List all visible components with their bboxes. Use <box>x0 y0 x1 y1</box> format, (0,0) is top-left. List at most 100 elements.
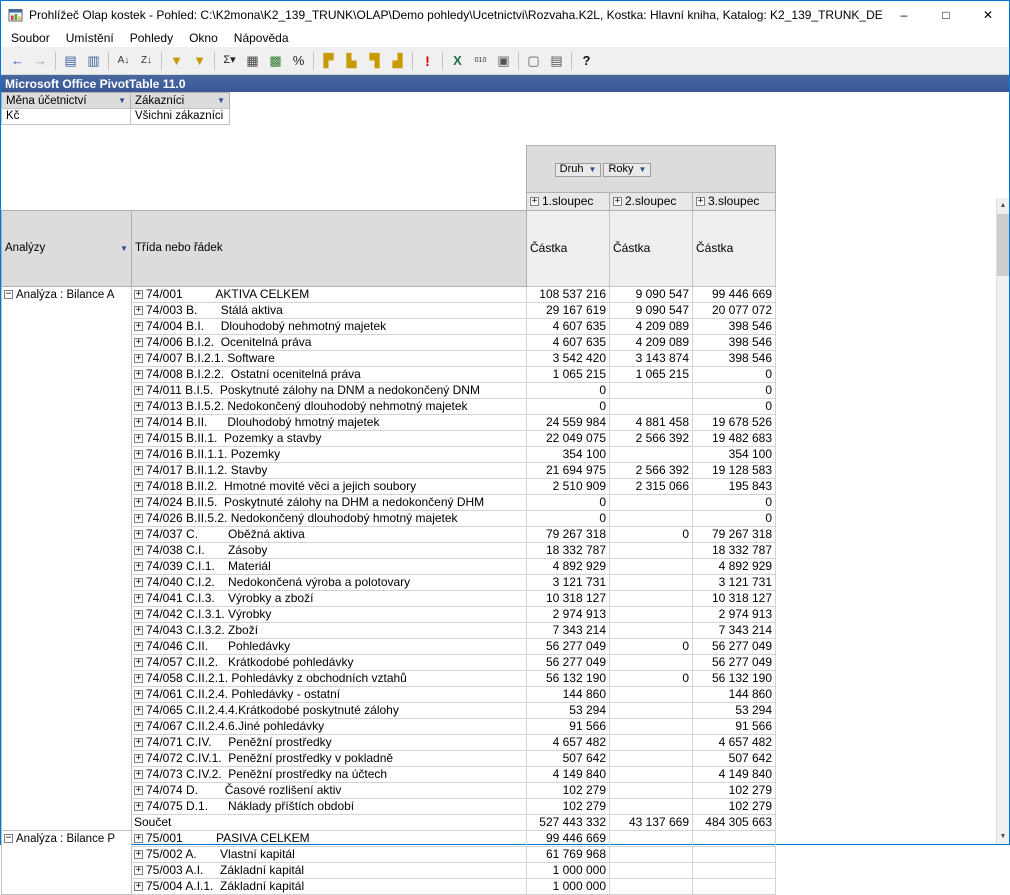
expand-icon[interactable]: + <box>134 306 143 315</box>
expand-icon[interactable]: + <box>134 802 143 811</box>
column-header-3[interactable]: +3.sloupec <box>693 192 776 210</box>
scroll-down-button[interactable]: ▼ <box>997 829 1009 844</box>
expand-icon[interactable]: + <box>134 370 143 379</box>
expand-icon[interactable]: + <box>134 786 143 795</box>
print-icon[interactable]: ▣ <box>492 50 515 72</box>
column-header-1[interactable]: +1.sloupec <box>527 192 610 210</box>
collapse-icon[interactable]: − <box>4 834 13 843</box>
print-preview-icon[interactable]: ▢ <box>522 50 545 72</box>
scrollbar-track[interactable] <box>997 213 1009 829</box>
expand-icon[interactable]: + <box>134 498 143 507</box>
menu-item-2[interactable]: Umístění <box>58 30 122 46</box>
value-cell <box>610 574 693 590</box>
expand-icon[interactable]: + <box>134 834 143 843</box>
row-label: +74/003 B. Stálá aktiva <box>132 302 527 318</box>
expand-icon[interactable]: + <box>613 197 622 206</box>
percent-icon[interactable]: % <box>287 50 310 72</box>
value-cell <box>610 606 693 622</box>
expand-icon[interactable]: + <box>134 450 143 459</box>
expand-icon[interactable]: + <box>134 706 143 715</box>
expand-icon[interactable]: + <box>134 594 143 603</box>
measure-header-1[interactable]: Částka <box>527 210 610 286</box>
expand-icon[interactable]: + <box>134 546 143 555</box>
expand-icon[interactable]: + <box>134 626 143 635</box>
toolbar-separator <box>442 52 443 70</box>
forward-icon[interactable]: → <box>29 50 52 72</box>
row-header-trida[interactable]: Třída nebo řádek <box>132 210 527 286</box>
expand-icon[interactable]: + <box>134 530 143 539</box>
maximize-button[interactable]: □ <box>925 1 967 29</box>
menu-item-5[interactable]: Nápověda <box>226 30 297 46</box>
measure-header-2[interactable]: Částka <box>610 210 693 286</box>
refresh-data-icon[interactable]: ! <box>416 50 439 72</box>
toolbar-separator <box>108 52 109 70</box>
expand-icon[interactable]: + <box>134 482 143 491</box>
expand-icon[interactable]: + <box>134 562 143 571</box>
menu-item-4[interactable]: Okno <box>181 30 226 46</box>
expand-icon[interactable]: + <box>134 642 143 651</box>
expand-icon[interactable]: + <box>134 290 143 299</box>
move-to-column-area-icon[interactable]: ▜ <box>363 50 386 72</box>
help-icon[interactable]: ? <box>575 50 598 72</box>
value-cell: 3 542 420 <box>527 350 610 366</box>
expand-icon[interactable]: + <box>134 658 143 667</box>
sort-descending-icon[interactable]: Z↓ <box>135 50 158 72</box>
expand-icon[interactable]: + <box>134 386 143 395</box>
vertical-scrollbar[interactable]: ▲ ▼ <box>996 198 1009 844</box>
expand-icon[interactable]: + <box>530 197 539 206</box>
expand-icon[interactable]: + <box>134 738 143 747</box>
move-to-row-area-icon[interactable]: ▙ <box>340 50 363 72</box>
expand-icon[interactable]: + <box>134 754 143 763</box>
back-icon[interactable]: ← <box>6 50 29 72</box>
expand-icon[interactable]: + <box>134 610 143 619</box>
filter-edit-icon[interactable]: ▼ <box>165 50 188 72</box>
expand-icon[interactable]: + <box>134 434 143 443</box>
expand-icon[interactable]: + <box>134 338 143 347</box>
column-field-roky[interactable]: Roky ▼ <box>603 163 651 177</box>
show-as-numbers-icon[interactable]: 010 <box>469 50 492 72</box>
value-cell: 18 332 787 <box>693 542 776 558</box>
copy-data-icon[interactable]: ▥ <box>82 50 105 72</box>
subtotal-icon[interactable]: ▦ <box>241 50 264 72</box>
expand-icon[interactable]: + <box>134 882 143 891</box>
expand-icon[interactable]: + <box>134 770 143 779</box>
expand-icon[interactable]: + <box>134 866 143 875</box>
autocalc-icon[interactable]: Σ▾ <box>218 50 241 72</box>
expand-icon[interactable]: + <box>134 514 143 523</box>
row-field-analyzy[interactable]: Analýzy ▼ <box>2 210 132 286</box>
close-button[interactable]: ✕ <box>967 1 1009 29</box>
expand-icon[interactable]: + <box>134 674 143 683</box>
autofilter-icon[interactable]: ▼ <box>188 50 211 72</box>
expand-icon[interactable]: + <box>134 418 143 427</box>
expand-icon[interactable]: + <box>134 354 143 363</box>
column-field-druh[interactable]: Druh ▼ <box>555 163 602 177</box>
property-toolbox-icon[interactable]: ▤ <box>545 50 568 72</box>
expand-icon[interactable]: + <box>134 690 143 699</box>
move-to-detail-area-icon[interactable]: ▟ <box>386 50 409 72</box>
expand-icon[interactable]: + <box>696 197 705 206</box>
expand-icon[interactable]: + <box>134 850 143 859</box>
filter-field-zakaznici[interactable]: Zákazníci ▼ <box>130 92 230 109</box>
expand-icon[interactable]: + <box>134 722 143 731</box>
expand-icon[interactable]: + <box>134 402 143 411</box>
pivot-rows: −Analýza : Bilance A+74/001 AKTIVA CELKE… <box>2 286 776 894</box>
filter-field-mena-ucetnictvi[interactable]: Měna účetnictví ▼ <box>1 92 131 109</box>
expand-icon[interactable]: + <box>134 322 143 331</box>
measure-header-3[interactable]: Částka <box>693 210 776 286</box>
menu-item-1[interactable]: Soubor <box>3 30 58 46</box>
minimize-button[interactable]: – <box>883 1 925 29</box>
copy-view-icon[interactable]: ▤ <box>59 50 82 72</box>
expand-icon[interactable]: + <box>134 466 143 475</box>
export-to-excel-icon[interactable]: X <box>446 50 469 72</box>
sort-ascending-icon[interactable]: A↓ <box>112 50 135 72</box>
collapse-icon[interactable]: − <box>4 290 13 299</box>
expand-icon[interactable]: + <box>134 578 143 587</box>
column-header-2[interactable]: +2.sloupec <box>610 192 693 210</box>
filter-field-label: Měna účetnictví <box>6 95 87 107</box>
scrollbar-thumb[interactable] <box>997 214 1009 276</box>
menu-item-3[interactable]: Pohledy <box>122 30 181 46</box>
move-to-filter-area-icon[interactable]: ▛ <box>317 50 340 72</box>
scroll-up-button[interactable]: ▲ <box>997 198 1009 213</box>
calculated-field-icon[interactable]: ▩ <box>264 50 287 72</box>
value-cell: 20 077 072 <box>693 302 776 318</box>
